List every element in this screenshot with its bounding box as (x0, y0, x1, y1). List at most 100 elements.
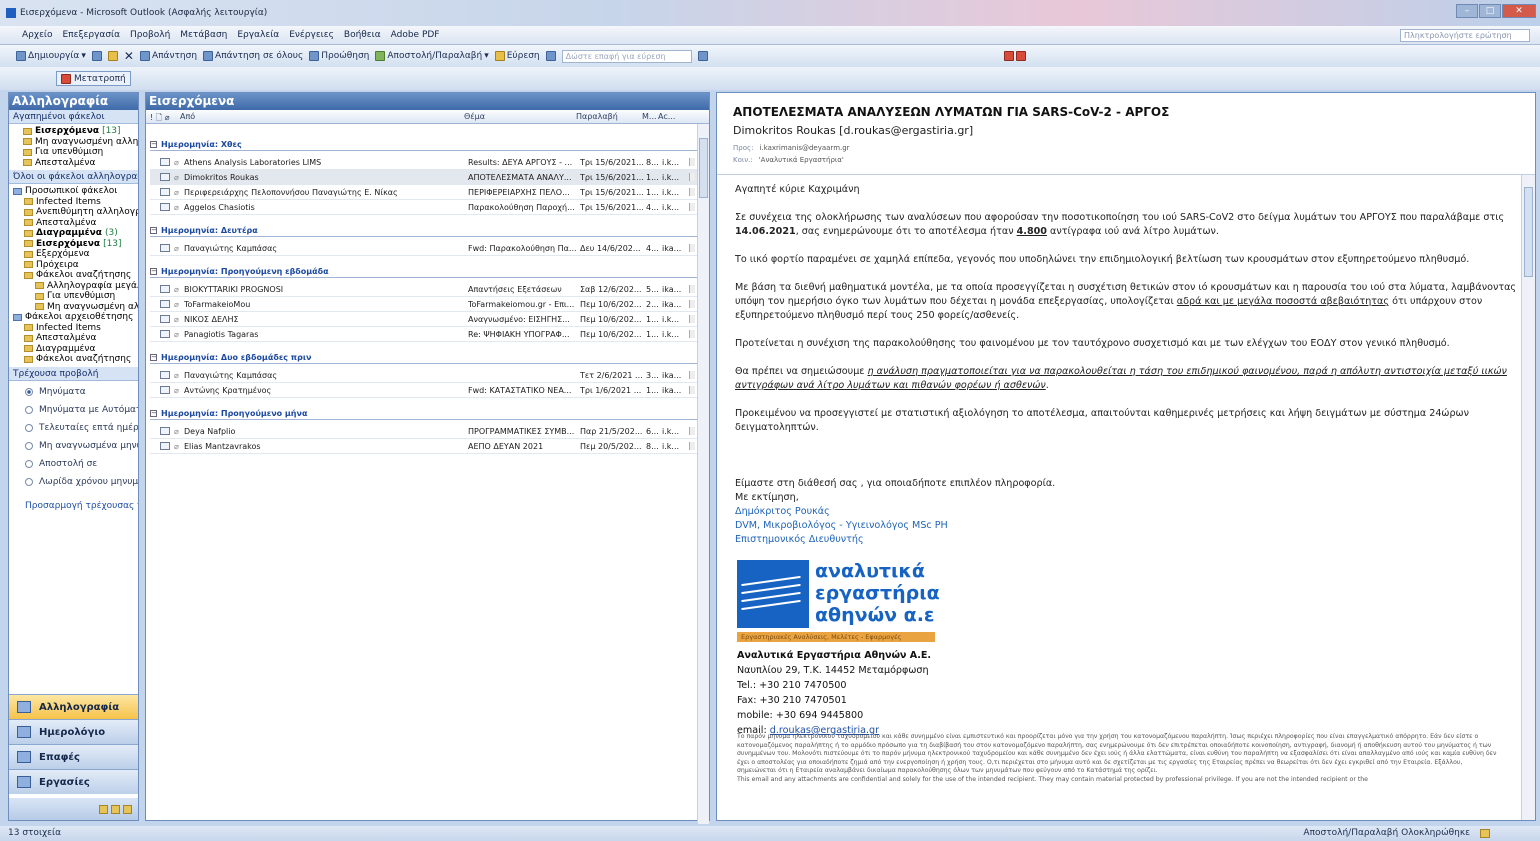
sync-status-icon[interactable] (1480, 829, 1490, 838)
minimize-button[interactable]: – (1456, 4, 1478, 18)
contacts-button[interactable]: Επαφές (9, 744, 138, 769)
reply-all-button[interactable]: Απάντηση σε όλους (203, 51, 303, 61)
favorites-header[interactable]: Αγαπημένοι φάκελοι (9, 110, 138, 124)
folder-tree-item[interactable]: Πρόχειρα (9, 260, 138, 271)
flag-icon[interactable] (689, 173, 695, 181)
tasks-button[interactable]: Εργασίες (9, 769, 138, 794)
send-receive-button[interactable]: Αποστολή/Παραλαβή ▾ (375, 51, 489, 61)
collapse-icon[interactable]: − (150, 354, 157, 361)
radio-icon[interactable] (25, 423, 33, 432)
folder-tree-item[interactable]: Φάκελοι αρχειοθέτησης (9, 312, 138, 323)
flag-icon[interactable] (689, 285, 695, 293)
forward-button[interactable]: Προώθηση (309, 51, 369, 61)
radio-icon[interactable] (25, 441, 33, 450)
flag-icon[interactable] (689, 315, 695, 323)
collapse-icon[interactable]: − (150, 227, 157, 234)
table-row[interactable]: ⌀ Αντώνης Κρατημένος Fwd: ΚΑΤΑΣΤΑΤΙΚΟ ΝΕΑ.… (150, 383, 697, 398)
view-option[interactable]: Αποστολή σε (9, 455, 138, 473)
address-book-button[interactable] (545, 51, 556, 61)
reading-scrollbar[interactable] (1521, 175, 1535, 820)
flag-icon[interactable] (689, 188, 695, 196)
table-row[interactable]: ⌀ Περιφερειάρχης Πελοποννήσου Παναγιώτης … (150, 185, 697, 200)
flag-icon[interactable] (689, 386, 695, 394)
shortcuts-icon[interactable] (123, 804, 132, 814)
folder-tree-item[interactable]: Μη αναγνωσμένη αλληλογραφία (9, 302, 138, 313)
from-column[interactable]: Από (180, 112, 195, 121)
received-column[interactable]: Παραλαβή (576, 112, 618, 121)
current-view-header[interactable]: Τρέχουσα προβολή (9, 366, 138, 381)
table-row[interactable]: ⌀ Παναγιώτης Καμπάσας Τετ 2/6/2021 ... 3...… (150, 368, 697, 383)
favorite-folder[interactable]: Μη αναγνωσμένη αλληλογραφία (9, 137, 138, 148)
radio-icon[interactable] (25, 405, 33, 414)
flag-icon[interactable] (689, 330, 695, 338)
subject-column[interactable]: Θέμα (464, 112, 485, 121)
folder-tree-item[interactable]: Εισερχόμενα [13] (9, 239, 138, 250)
favorite-folder[interactable]: Για υπενθύμιση (9, 147, 138, 158)
list-scrollbar[interactable] (697, 124, 709, 824)
collapse-icon[interactable]: − (150, 268, 157, 275)
folder-tree-item[interactable]: Απεσταλμένα (9, 333, 138, 344)
flag-icon[interactable] (689, 427, 695, 435)
close-button[interactable]: ✕ (1502, 4, 1536, 18)
find-button[interactable]: Εύρεση (494, 51, 540, 61)
list-scroll-thumb[interactable] (699, 138, 708, 198)
folder-tree-item[interactable]: Infected Items (9, 323, 138, 334)
view-option[interactable]: Τελευταίες επτά ημέρες (9, 419, 138, 437)
view-option[interactable]: Μηνύματα με Αυτόματη προεπισκόπηση (9, 401, 138, 419)
table-row[interactable]: ⌀ Παναγιώτης Καμπάσας Fwd: Παρακολούθηση Π… (150, 241, 697, 256)
print-button[interactable] (91, 51, 102, 61)
folder-tree-item[interactable]: Για υπενθύμιση (9, 291, 138, 302)
collapse-icon[interactable]: − (150, 141, 157, 148)
folder-tree-item[interactable]: Αλληλογραφία μεγάλου μεγέθους (9, 281, 138, 292)
favorite-folder[interactable]: Εισερχόμενα [13] (9, 126, 138, 137)
flag-icon[interactable] (689, 158, 695, 166)
move-button[interactable] (107, 51, 118, 61)
menu-actions[interactable]: Ενέργειες (289, 30, 334, 40)
to-address[interactable]: i.kaxrimanis@deyaarm.gr (759, 144, 849, 152)
radio-icon[interactable] (25, 459, 33, 468)
mail-button[interactable]: Αλληλογραφία (9, 694, 138, 719)
table-row[interactable]: ⌀ ΝΙΚΟΣ ΔΕΛΗΣ Αναγνωσμένο: ΕΙΣΗΓΗΣ... Πεμ 1… (150, 312, 697, 327)
view-option[interactable]: Μηνύματα (9, 383, 138, 401)
view-option[interactable]: Μη αναγνωσμένα μηνύματα (9, 437, 138, 455)
folder-tree-item[interactable]: Εξερχόμενα (9, 249, 138, 260)
date-group-header[interactable]: − Ημερομηνία: Δευτέρα (150, 225, 697, 237)
radio-icon[interactable] (25, 477, 33, 486)
menu-view[interactable]: Προβολή (130, 30, 170, 40)
table-row[interactable]: ⌀ Aggelos Chasiotis Παρακολούθηση Παροχή..… (150, 200, 697, 215)
folder-tree-item[interactable]: Ανεπιθύμητη αλληλογραφία (9, 207, 138, 218)
flag-icon[interactable] (689, 371, 695, 379)
cc-address[interactable]: 'Αναλυτικά Εργαστήρια' (759, 156, 844, 164)
flag-icon[interactable] (689, 300, 695, 308)
folder-list-icon[interactable] (111, 804, 120, 814)
table-row[interactable]: ⌀ Elias Mantzavrakos ΑΕΠΟ ΔΕΥΑΝ 2021 Πεμ 20… (150, 439, 697, 454)
folder-tree-item[interactable]: Προσωπικοί φάκελοι (9, 186, 138, 197)
folder-tree-item[interactable]: Infected Items (9, 197, 138, 208)
table-row[interactable]: ⌀ Athens Analysis Laboratories LIMS Result… (150, 155, 697, 170)
table-row[interactable]: ⌀ ToFarmakeioMou ToFarmakeiomou.gr - Επι..… (150, 297, 697, 312)
date-group-header[interactable]: − Ημερομηνία: Δυο εβδομάδες πριν (150, 352, 697, 364)
reading-scroll-thumb[interactable] (1524, 187, 1533, 277)
menu-edit[interactable]: Επεξεργασία (63, 30, 121, 40)
menu-adobe-pdf[interactable]: Adobe PDF (391, 30, 440, 40)
view-option[interactable]: Λωρίδα χρόνου μηνυμάτων (9, 473, 138, 491)
favorite-folder[interactable]: Απεσταλμένα (9, 158, 138, 169)
table-row[interactable]: ⌀ Dimokritos Roukas ΑΠΟΤΕΛΕΣΜΑΤΑ ΑΝΑΛΥ... Τ… (150, 170, 697, 185)
help-button[interactable] (697, 51, 708, 61)
date-group-header[interactable]: − Ημερομηνία: Προηγούμενο μήνα (150, 408, 697, 420)
menu-help[interactable]: Βοήθεια (344, 30, 381, 40)
flag-icon[interactable] (689, 442, 695, 450)
table-row[interactable]: ⌀ Panagiotis Tagaras Re: ΨΗΦΙΑΚΗ ΥΠΟΓΡΑΦ..… (150, 327, 697, 342)
folder-tree-item[interactable]: Φάκελοι αναζήτησης (9, 270, 138, 281)
categories-column[interactable]: Ac... (658, 112, 675, 121)
flag-icon[interactable] (689, 203, 695, 211)
radio-icon[interactable] (25, 387, 33, 396)
reply-button[interactable]: Απάντηση (139, 51, 197, 61)
adobe-pdf-button[interactable] (1003, 51, 1026, 61)
table-row[interactable]: ⌀ Deya Nafplio ΠΡΟΓΡΑΜΜΑΤΙΚΕΣ ΣΥΜΒ... Παρ 2… (150, 424, 697, 439)
date-group-header[interactable]: − Ημερομηνία: Προηγούμενη εβδομάδα (150, 266, 697, 278)
maximize-button[interactable]: □ (1479, 4, 1501, 18)
menu-file[interactable]: Αρχείο (22, 30, 53, 40)
help-question-input[interactable]: Πληκτρολογήστε ερώτηση (1400, 29, 1530, 42)
delete-button[interactable]: ✕ (124, 49, 134, 63)
